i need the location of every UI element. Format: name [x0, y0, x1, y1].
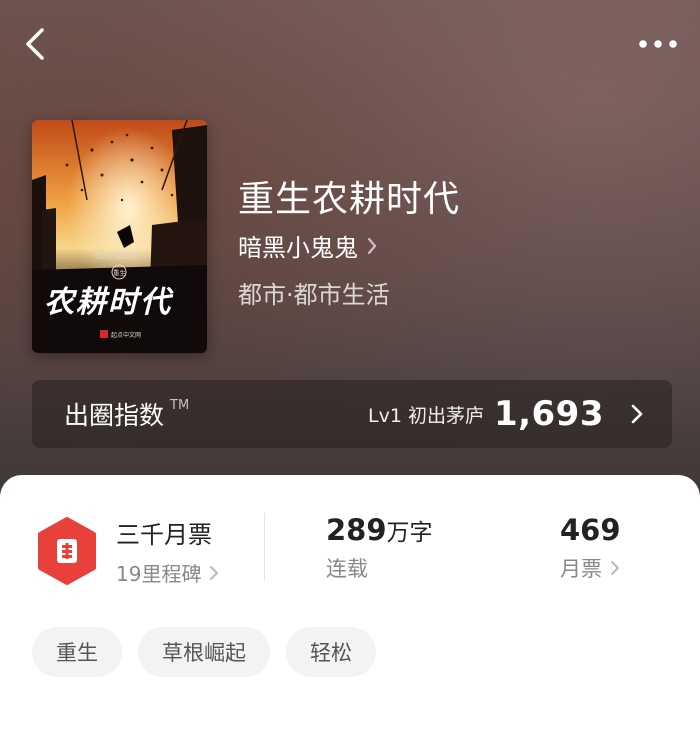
monthly-ticket-label: 月票	[560, 557, 602, 581]
index-level: Lv1 初出茅庐	[367, 404, 484, 427]
monthly-ticket-stat[interactable]: 469 月票	[560, 513, 621, 583]
stats-card: 三千月票 19里程碑 289万字 连载 469 月票 重生 草根崛起 轻松	[0, 475, 700, 735]
book-category: 都市·都市生活	[238, 281, 390, 309]
trademark-mark: TM	[170, 398, 190, 413]
cover-title: 农耕时代	[44, 285, 174, 320]
word-count-unit: 万字	[386, 520, 433, 546]
book-title: 重生农耕时代	[238, 179, 461, 220]
book-header: 暗黑小鬼鬼 著 重生 农耕时代 起点中文网 重生农耕时代 暗黑小鬼鬼 都市·都市…	[0, 0, 700, 520]
breakout-index-bar[interactable]: 出圈指数 TM Lv1 初出茅庐 1,693	[32, 380, 672, 448]
ticket-title: 三千月票	[116, 521, 212, 549]
index-score: 1,693	[493, 394, 604, 434]
book-cover[interactable]: 暗黑小鬼鬼 著 重生 农耕时代 起点中文网	[32, 120, 207, 353]
cover-publisher: 起点中文网	[111, 331, 141, 339]
stats-divider	[264, 513, 265, 581]
chevron-right-icon	[631, 404, 643, 424]
cover-author-line: 暗黑小鬼鬼 著	[94, 251, 138, 260]
chevron-right-icon	[611, 561, 619, 575]
back-arrow-icon	[26, 28, 44, 60]
word-count-number: 289	[326, 513, 387, 547]
cover-seal-text: 重生	[113, 268, 127, 277]
milestone-link[interactable]: 19里程碑	[116, 558, 219, 587]
back-button[interactable]	[18, 24, 52, 64]
index-value-group: Lv1 初出茅庐 1,693	[368, 394, 644, 434]
more-button[interactable]	[634, 26, 682, 62]
word-count-stat: 289万字 连载	[326, 513, 433, 583]
monthly-ticket-milestone: 三千月票 19里程碑	[116, 515, 219, 587]
tag-chip[interactable]: 轻松	[286, 627, 376, 677]
author-name: 暗黑小鬼鬼	[238, 234, 358, 262]
ticket-badge-icon	[36, 517, 98, 585]
index-label: 出圈指数	[64, 401, 165, 430]
tag-list: 重生 草根崛起 轻松	[32, 627, 376, 677]
chevron-right-icon	[210, 565, 219, 580]
chevron-right-icon	[367, 237, 377, 254]
tag-chip[interactable]: 重生	[32, 627, 122, 677]
serial-status: 连载	[326, 557, 368, 581]
more-dots-icon	[639, 40, 677, 48]
index-label-group: 出圈指数 TM	[64, 396, 189, 432]
tag-chip[interactable]: 草根崛起	[138, 627, 270, 677]
author-link[interactable]: 暗黑小鬼鬼	[238, 228, 378, 263]
cover-art: 暗黑小鬼鬼 著 重生 农耕时代 起点中文网	[32, 120, 207, 353]
monthly-ticket-count: 469	[560, 513, 621, 547]
milestone-label: 19里程碑	[116, 562, 202, 586]
